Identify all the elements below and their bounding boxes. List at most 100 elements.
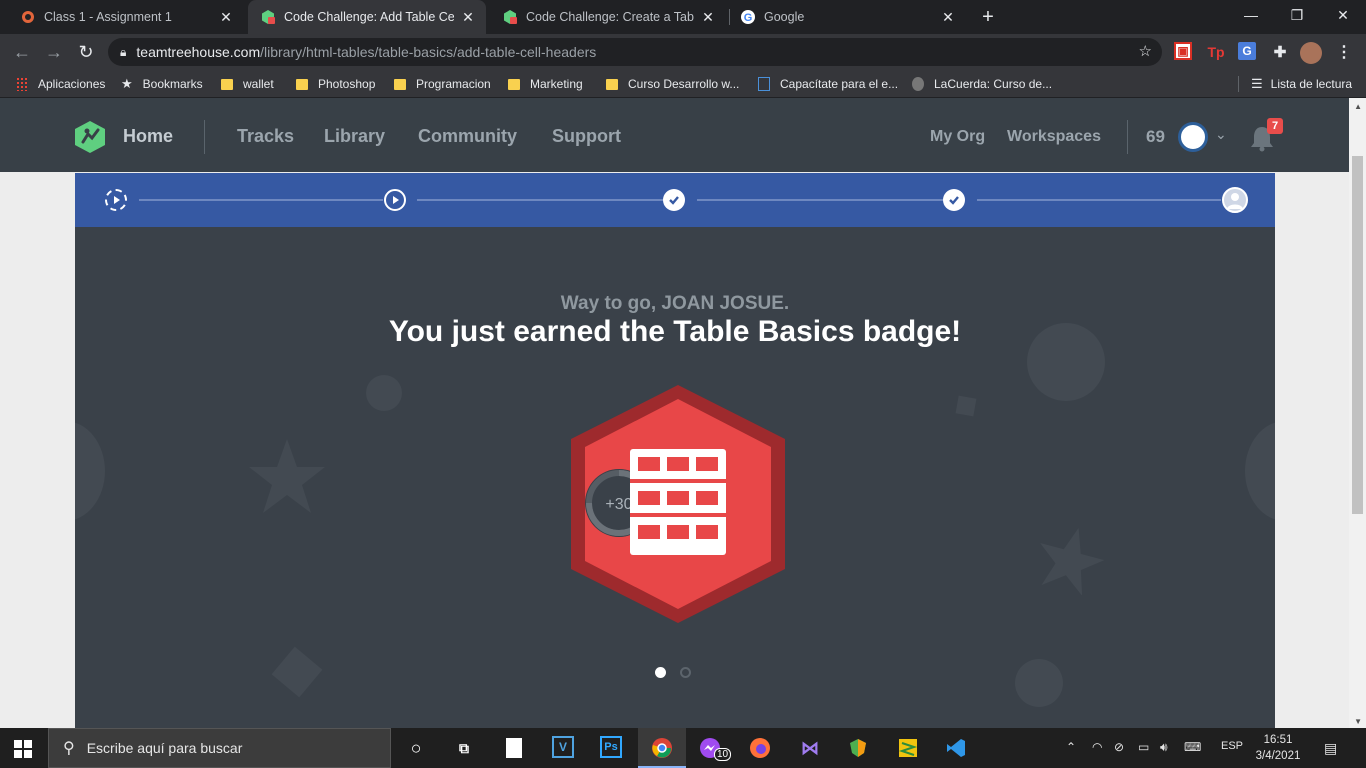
shield-app-icon[interactable] bbox=[846, 736, 870, 760]
close-icon[interactable]: ✕ bbox=[460, 9, 476, 26]
bookmark-programacion[interactable]: Programacion bbox=[394, 76, 491, 92]
reading-list-label: Lista de lectura bbox=[1270, 77, 1353, 91]
page-viewport: Home Tracks Library Community Support My… bbox=[0, 98, 1366, 728]
sublime-app-icon[interactable] bbox=[896, 736, 920, 760]
tab-title: Class 1 - Assignment 1 bbox=[44, 10, 172, 24]
chrome-app-icon[interactable] bbox=[650, 736, 674, 760]
file-icon[interactable] bbox=[502, 736, 526, 760]
scroll-up-icon[interactable]: ▲ bbox=[1354, 102, 1362, 111]
bookmark-curso-desarrollo[interactable]: Curso Desarrollo w... bbox=[606, 76, 739, 92]
volume-icon[interactable]: 🔊︎ bbox=[1160, 740, 1168, 755]
reading-list[interactable]: ☰ Lista de lectura bbox=[1238, 76, 1352, 92]
bookmark-lacuerda[interactable]: LaCuerda: Curso de... bbox=[912, 76, 1052, 92]
google-translate-icon[interactable]: G bbox=[1238, 42, 1256, 60]
nav-community[interactable]: Community bbox=[418, 126, 517, 147]
nav-home[interactable]: Home bbox=[123, 126, 173, 147]
table-basics-badge: +30 bbox=[571, 385, 785, 623]
network-off-icon[interactable]: ⊘ bbox=[1114, 740, 1124, 754]
treehouse-logo-icon[interactable] bbox=[74, 120, 106, 154]
nav-divider bbox=[1127, 120, 1128, 154]
progress-step-4[interactable] bbox=[943, 189, 965, 211]
tab-google[interactable]: G Google ✕ bbox=[728, 0, 966, 34]
bookmark-label: Aplicaciones bbox=[38, 77, 106, 91]
chevron-down-icon[interactable]: ⌄ bbox=[1215, 126, 1227, 143]
nav-my-org[interactable]: My Org bbox=[930, 128, 985, 146]
close-icon[interactable]: ✕ bbox=[218, 9, 234, 26]
wifi-icon[interactable]: ◠ bbox=[1092, 740, 1102, 754]
firefox-app-icon[interactable] bbox=[748, 736, 772, 760]
tray-chevron-up-icon[interactable]: ⌃ bbox=[1066, 740, 1076, 754]
visual-studio-icon[interactable]: ⋈ bbox=[798, 736, 822, 760]
taskbar-search-placeholder: Escribe aquí para buscar bbox=[86, 740, 243, 756]
close-icon[interactable]: ✕ bbox=[940, 9, 956, 26]
window-close-icon[interactable]: ✕ bbox=[1320, 0, 1366, 32]
back-arrow-icon[interactable]: ← bbox=[8, 38, 36, 66]
bookmark-label: Marketing bbox=[530, 77, 583, 91]
keyboard-icon[interactable]: ⌨ bbox=[1184, 740, 1201, 754]
tab-title: Google bbox=[764, 10, 805, 24]
bookmark-wallet[interactable]: wallet bbox=[221, 76, 274, 92]
folder-icon bbox=[606, 78, 618, 90]
battery-icon[interactable]: ▭ bbox=[1138, 740, 1149, 754]
restore-icon[interactable]: ❐ bbox=[1274, 0, 1320, 32]
apps-grid-icon bbox=[16, 77, 28, 91]
carousel-dot-1[interactable] bbox=[655, 667, 666, 678]
progress-step-user[interactable] bbox=[1222, 187, 1248, 213]
user-avatar[interactable] bbox=[1178, 122, 1208, 152]
tab-add-table-cell-headers[interactable]: Code Challenge: Add Table Cell H ✕ bbox=[248, 0, 486, 34]
decor-square bbox=[955, 395, 977, 417]
minimize-icon[interactable]: — bbox=[1228, 0, 1274, 32]
profile-avatar-icon[interactable] bbox=[1300, 42, 1322, 64]
extensions-puzzle-icon[interactable]: ✚ bbox=[1270, 42, 1290, 62]
bookmark-star-icon[interactable]: ☆ bbox=[1139, 42, 1152, 60]
bookmark-capacitate[interactable]: Capacítate para el e... bbox=[758, 76, 898, 92]
task-view-icon[interactable]: ⧉ bbox=[452, 736, 476, 760]
reload-icon[interactable]: ↻ bbox=[72, 38, 100, 66]
progress-step-3[interactable] bbox=[663, 189, 685, 211]
carousel-dot-2[interactable] bbox=[680, 667, 691, 678]
taskbar-clock[interactable]: 16:51 3/4/2021 bbox=[1250, 732, 1306, 764]
bookmark-marketing[interactable]: Marketing bbox=[508, 76, 583, 92]
scroll-down-icon[interactable]: ▼ bbox=[1354, 717, 1362, 726]
notification-center-icon[interactable]: ▤ bbox=[1324, 740, 1337, 757]
extension-tp-icon[interactable]: Tp bbox=[1206, 42, 1226, 62]
nav-library[interactable]: Library bbox=[324, 126, 385, 147]
bookmark-bookmarks[interactable]: ★ Bookmarks bbox=[121, 76, 203, 92]
treehouse-favicon-icon bbox=[502, 9, 518, 25]
forward-arrow-icon[interactable]: → bbox=[40, 38, 68, 66]
cortana-icon[interactable]: ○ bbox=[404, 736, 428, 760]
photoshop-app-icon[interactable]: Ps bbox=[600, 736, 622, 758]
page-scrollbar[interactable]: ▲ ▼ bbox=[1349, 98, 1366, 728]
scrollbar-thumb[interactable] bbox=[1352, 156, 1363, 514]
nav-divider bbox=[204, 120, 205, 154]
bookmarks-bar: Aplicaciones ★ Bookmarks wallet Photosho… bbox=[0, 70, 1366, 98]
bookmark-photoshop[interactable]: Photoshop bbox=[296, 76, 375, 92]
language-indicator[interactable]: ESP bbox=[1221, 740, 1243, 752]
new-tab-button[interactable]: + bbox=[976, 5, 1000, 29]
tab-title: Code Challenge: Create a Table bbox=[526, 10, 694, 24]
svg-text:G: G bbox=[744, 12, 753, 24]
windows-start-icon[interactable] bbox=[14, 740, 32, 758]
close-icon[interactable]: ✕ bbox=[700, 9, 716, 26]
link-icon bbox=[758, 77, 770, 91]
extension-shield-icon[interactable]: ▣ bbox=[1174, 42, 1192, 60]
decor-star bbox=[249, 439, 325, 513]
challenge-progress-bar bbox=[75, 173, 1275, 227]
progress-step-2[interactable] bbox=[384, 189, 406, 211]
notification-count-badge: 7 bbox=[1267, 118, 1283, 134]
bookmark-apps[interactable]: Aplicaciones bbox=[16, 76, 105, 92]
nav-workspaces[interactable]: Workspaces bbox=[1007, 128, 1101, 146]
taskbar-search-box[interactable]: ⚲ Escribe aquí para buscar bbox=[48, 728, 391, 768]
address-bar[interactable]: 🔒︎ teamtreehouse.com/library/html-tables… bbox=[108, 38, 1162, 66]
checkmark-icon bbox=[949, 196, 959, 205]
tab-class-1[interactable]: Class 1 - Assignment 1 ✕ bbox=[8, 0, 244, 34]
reading-list-icon: ☰ bbox=[1251, 76, 1263, 91]
progress-step-1[interactable] bbox=[105, 189, 127, 211]
nav-support[interactable]: Support bbox=[552, 126, 621, 147]
star-icon: ★ bbox=[121, 76, 133, 91]
tab-create-a-table[interactable]: Code Challenge: Create a Table ✕ bbox=[490, 0, 726, 34]
vegas-app-icon[interactable]: V bbox=[552, 736, 574, 758]
vscode-app-icon[interactable] bbox=[944, 736, 968, 760]
more-menu-icon[interactable]: ⋮ bbox=[1334, 42, 1354, 62]
nav-tracks[interactable]: Tracks bbox=[237, 126, 294, 147]
